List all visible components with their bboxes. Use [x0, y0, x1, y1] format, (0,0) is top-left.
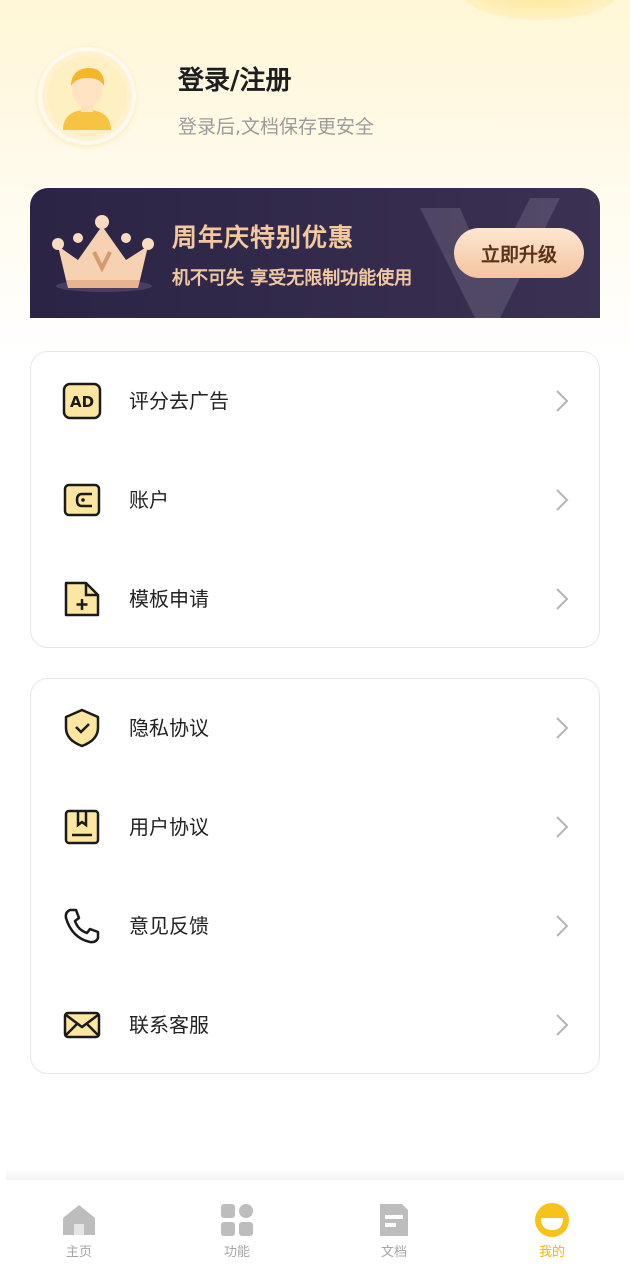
chevron-right-icon	[556, 816, 569, 838]
tab-label: 功能	[223, 1245, 250, 1260]
phone-icon	[64, 908, 100, 944]
upgrade-now-button[interactable]: 立即升级	[454, 228, 584, 278]
menu-item-template-request[interactable]: 模板申请	[31, 550, 599, 649]
wallet-icon	[63, 483, 101, 517]
chevron-right-icon	[556, 588, 569, 610]
menu-item-label: 评分去广告	[129, 389, 229, 413]
chevron-right-icon	[556, 1014, 569, 1036]
chevron-right-icon	[556, 390, 569, 412]
tab-mine[interactable]: 我的	[502, 1180, 602, 1280]
login-register-title[interactable]: 登录/注册	[178, 60, 292, 97]
menu-item-label: 账户	[129, 488, 169, 512]
tab-home[interactable]: 主页	[29, 1180, 129, 1280]
user-avatar-icon	[47, 56, 127, 136]
tab-label: 我的	[538, 1245, 565, 1260]
menu-item-label: 隐私协议	[129, 716, 209, 740]
menu-card-secondary: 隐私协议 用户协议 意见反馈 联系客服	[30, 678, 600, 1074]
document-icon	[380, 1204, 408, 1236]
chevron-right-icon	[556, 489, 569, 511]
mail-icon	[63, 1011, 101, 1039]
svg-text:AD: AD	[70, 393, 94, 411]
menu-item-label: 联系客服	[129, 1013, 209, 1037]
ad-icon: AD	[62, 382, 102, 420]
menu-card-primary: AD 评分去广告 账户 模板申请	[30, 351, 600, 648]
bottom-nav: 主页 功能 文档 我的	[0, 1180, 630, 1280]
menu-item-label: 用户协议	[129, 815, 209, 839]
tab-label: 文档	[380, 1245, 407, 1260]
menu-item-account[interactable]: 账户	[31, 451, 599, 550]
apps-icon	[221, 1204, 253, 1236]
promo-banner[interactable]: 周年庆特别优惠 机不可失 享受无限制功能使用 立即升级	[30, 188, 600, 318]
promo-subtitle: 机不可失 享受无限制功能使用	[172, 268, 413, 289]
shield-check-icon	[64, 708, 100, 748]
menu-item-contact-support[interactable]: 联系客服	[31, 976, 599, 1075]
menu-item-label: 意见反馈	[129, 914, 209, 938]
menu-item-user-agreement[interactable]: 用户协议	[31, 778, 599, 877]
crown-icon	[52, 215, 154, 292]
chevron-right-icon	[556, 915, 569, 937]
home-icon	[63, 1205, 95, 1235]
tab-documents[interactable]: 文档	[344, 1180, 444, 1280]
menu-item-rate-remove-ads[interactable]: AD 评分去广告	[31, 352, 599, 451]
tab-label: 主页	[65, 1245, 92, 1260]
menu-item-label: 模板申请	[129, 587, 209, 611]
menu-item-privacy-policy[interactable]: 隐私协议	[31, 679, 599, 778]
menu-item-feedback[interactable]: 意见反馈	[31, 877, 599, 976]
avatar[interactable]	[38, 47, 136, 145]
login-hint-text: 登录后,文档保存更安全	[178, 116, 375, 138]
tab-features[interactable]: 功能	[187, 1180, 287, 1280]
file-add-icon	[64, 581, 100, 617]
bookmark-doc-icon	[64, 809, 100, 845]
profile-face-icon	[535, 1203, 569, 1237]
promo-title: 周年庆特别优惠	[172, 223, 355, 252]
chevron-right-icon	[556, 717, 569, 739]
